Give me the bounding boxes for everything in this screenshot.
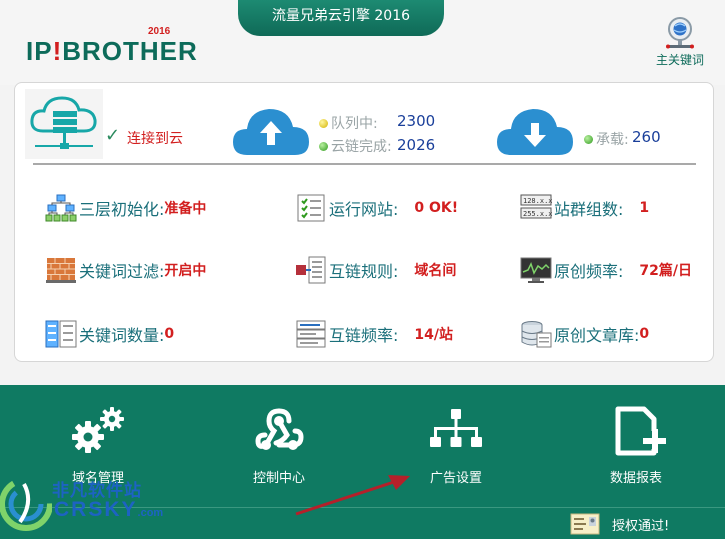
chain-done-label: 云链完成:: [319, 136, 392, 156]
window-title: 流量兄弟云引擎 2016: [238, 0, 444, 36]
gears-icon: [72, 407, 124, 453]
queue-label: 队列中:: [319, 113, 378, 133]
globe-network-icon: [666, 17, 694, 49]
load-value: 260: [632, 128, 661, 146]
status-panel: ✓ 连接到云 队列中: 2300 云链完成: 2026 承载: 260 三层初始…: [14, 82, 714, 362]
watermark-site: CRSKY.com: [54, 498, 164, 521]
monitor-chart-icon: [520, 257, 552, 283]
webhook-icon: [255, 408, 304, 450]
license-card-icon: [570, 513, 600, 535]
data-report-label: 数据报表: [609, 471, 662, 486]
header: 流量兄弟云引擎 2016 IP!BROTHER 2016 主关键词: [0, 0, 725, 85]
group-count-status: 128.x.x 255.x.x 站群组数: 1: [520, 193, 649, 223]
connection-status: 连接到云: [127, 131, 183, 147]
main-keyword-button[interactable]: 主关键词: [649, 16, 711, 72]
green-dot-icon: [319, 142, 328, 151]
article-library-status: 原创文章库: 0: [520, 319, 649, 349]
logo-year: 2016: [148, 26, 171, 37]
svg-text:128.x.x: 128.x.x: [523, 197, 552, 205]
main-keyword-label: 主关键词: [655, 53, 704, 67]
ip-address-icon: 128.x.x 255.x.x: [520, 194, 552, 219]
hierarchy-icon: [45, 194, 77, 222]
site-watermark: 非凡软件站 CRSKY.com: [0, 474, 164, 536]
authorization-label: 授权通过!: [612, 518, 670, 534]
cloud-download-icon: [497, 109, 573, 155]
green-dot-icon: [584, 135, 593, 144]
ad-settings-label: 广告设置: [429, 471, 482, 486]
authorization-status: 授权通过!: [570, 513, 669, 535]
link-frequency-status: 互链频率: 14/站: [295, 319, 453, 349]
check-icon: ✓: [105, 125, 121, 146]
cloud-upload-icon: [233, 109, 309, 155]
keyword-count-status: 关键词数量: 0: [45, 319, 174, 349]
link-rule-status: 互链规则: 域名间: [295, 255, 456, 285]
cloud-server-tile: [25, 89, 103, 159]
original-frequency-status: 原创频率: 72篇/日: [520, 255, 692, 285]
sitemap-icon: [430, 409, 482, 447]
init-status: 三层初始化: 准备中: [45, 193, 206, 223]
cloud-server-icon: [30, 96, 97, 149]
svg-text:255.x.x: 255.x.x: [523, 210, 552, 218]
run-site-status: 运行网站: 0 OK!: [295, 193, 458, 223]
yellow-dot-icon: [319, 119, 328, 128]
keyword-filter-status: 关键词过滤: 开启中: [45, 255, 206, 285]
database-icon: [521, 321, 552, 348]
add-document-icon: [615, 406, 666, 456]
firewall-icon: [46, 258, 76, 283]
chain-done-value: 2026: [397, 136, 436, 154]
checklist-icon: [297, 194, 325, 222]
keyword-list-icon: [45, 320, 77, 348]
text-lines-icon: [296, 320, 326, 348]
link-rules-icon: [296, 256, 326, 284]
brand-logo: IP!BROTHER: [26, 36, 198, 66]
queue-value: 2300: [397, 112, 436, 130]
divider: [33, 163, 696, 165]
load-label: 承载:: [584, 129, 629, 149]
ad-settings-button[interactable]: 广告设置: [406, 405, 506, 495]
data-report-button[interactable]: 数据报表: [586, 405, 686, 495]
pointer-arrow-icon: [295, 475, 410, 516]
watermark-logo-icon: [0, 477, 52, 531]
